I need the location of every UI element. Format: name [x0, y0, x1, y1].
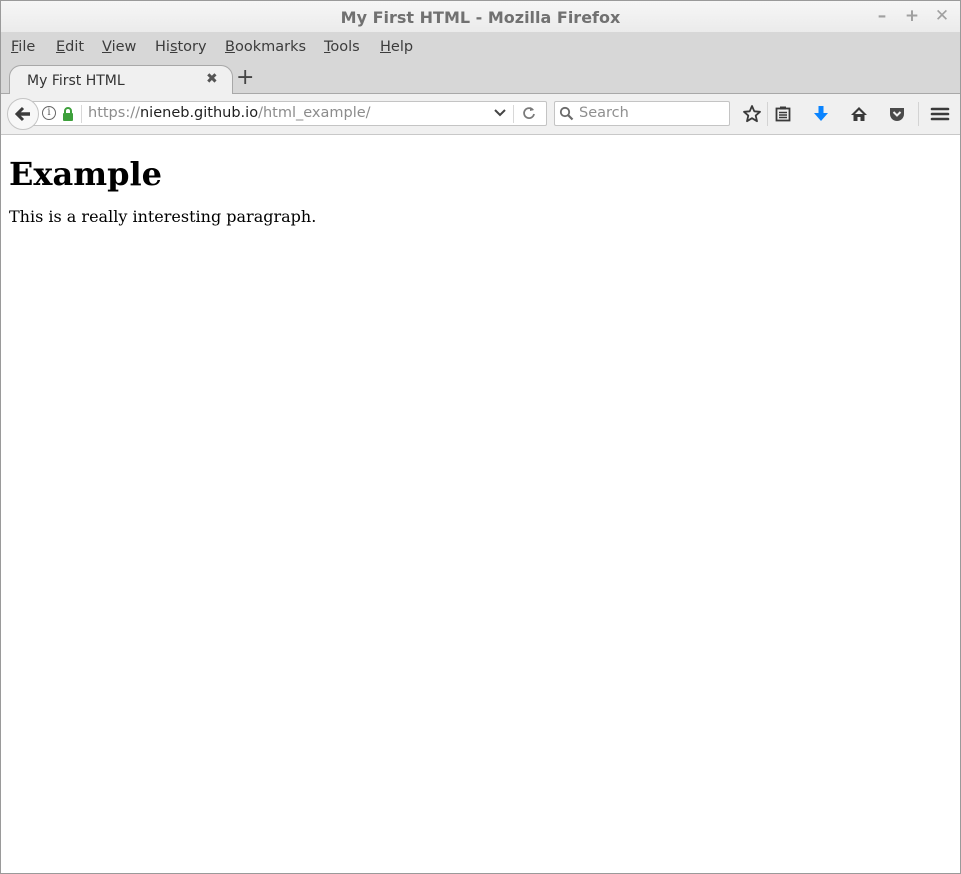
- navigation-bar: i https://nieneb.github.io/html_example/: [1, 94, 960, 135]
- pocket-icon[interactable]: [887, 104, 907, 124]
- menu-file[interactable]: File: [11, 39, 35, 55]
- menu-help[interactable]: Help: [380, 39, 413, 55]
- info-icon[interactable]: i: [42, 106, 56, 120]
- lock-icon[interactable]: [62, 106, 74, 122]
- title-bar: My First HTML - Mozilla Firefox – + ✕: [1, 1, 960, 32]
- url-bar[interactable]: i https://nieneb.github.io/html_example/: [25, 101, 547, 126]
- search-icon: [559, 106, 574, 121]
- url-separator: [81, 105, 82, 123]
- menu-view[interactable]: View: [102, 39, 136, 55]
- tab-title: My First HTML: [27, 73, 125, 89]
- tab-my-first-html[interactable]: My First HTML ✖: [9, 65, 233, 95]
- window-title: My First HTML - Mozilla Firefox: [340, 8, 621, 27]
- menu-edit[interactable]: Edit: [56, 39, 84, 55]
- tab-strip: My First HTML ✖ +: [1, 63, 960, 95]
- search-placeholder: Search: [579, 105, 629, 121]
- home-icon[interactable]: [849, 104, 869, 124]
- download-icon[interactable]: [811, 104, 831, 124]
- url-history-dropdown-icon[interactable]: [493, 106, 507, 120]
- tab-close-icon[interactable]: ✖: [206, 71, 218, 87]
- page-paragraph: This is a really interesting paragraph.: [9, 207, 317, 226]
- minimize-button[interactable]: –: [874, 7, 890, 25]
- back-button[interactable]: [7, 98, 39, 130]
- back-arrow-icon: [14, 106, 30, 122]
- close-window-button[interactable]: ✕: [934, 7, 950, 25]
- menu-bookmarks[interactable]: Bookmarks: [225, 39, 306, 55]
- browser-window: My First HTML - Mozilla Firefox – + ✕ Fi…: [0, 0, 961, 874]
- reload-icon[interactable]: [521, 105, 537, 121]
- menu-bar: File Edit View History Bookmarks Tools H…: [1, 32, 960, 63]
- url-separator: [513, 105, 514, 123]
- bookmark-star-icon[interactable]: [742, 104, 762, 124]
- search-input[interactable]: Search: [554, 101, 730, 126]
- page-heading: Example: [9, 155, 162, 193]
- url-text[interactable]: https://nieneb.github.io/html_example/: [88, 105, 371, 121]
- toolbar-separator: [918, 102, 919, 126]
- menu-tools[interactable]: Tools: [324, 39, 360, 55]
- toolbar-separator: [767, 102, 768, 126]
- page-content: Example This is a really interesting par…: [1, 136, 960, 873]
- menu-icon[interactable]: [930, 104, 950, 124]
- new-tab-button[interactable]: +: [236, 65, 254, 91]
- menu-history[interactable]: History: [155, 39, 207, 55]
- maximize-button[interactable]: +: [904, 7, 920, 25]
- reading-list-icon[interactable]: [773, 104, 793, 124]
